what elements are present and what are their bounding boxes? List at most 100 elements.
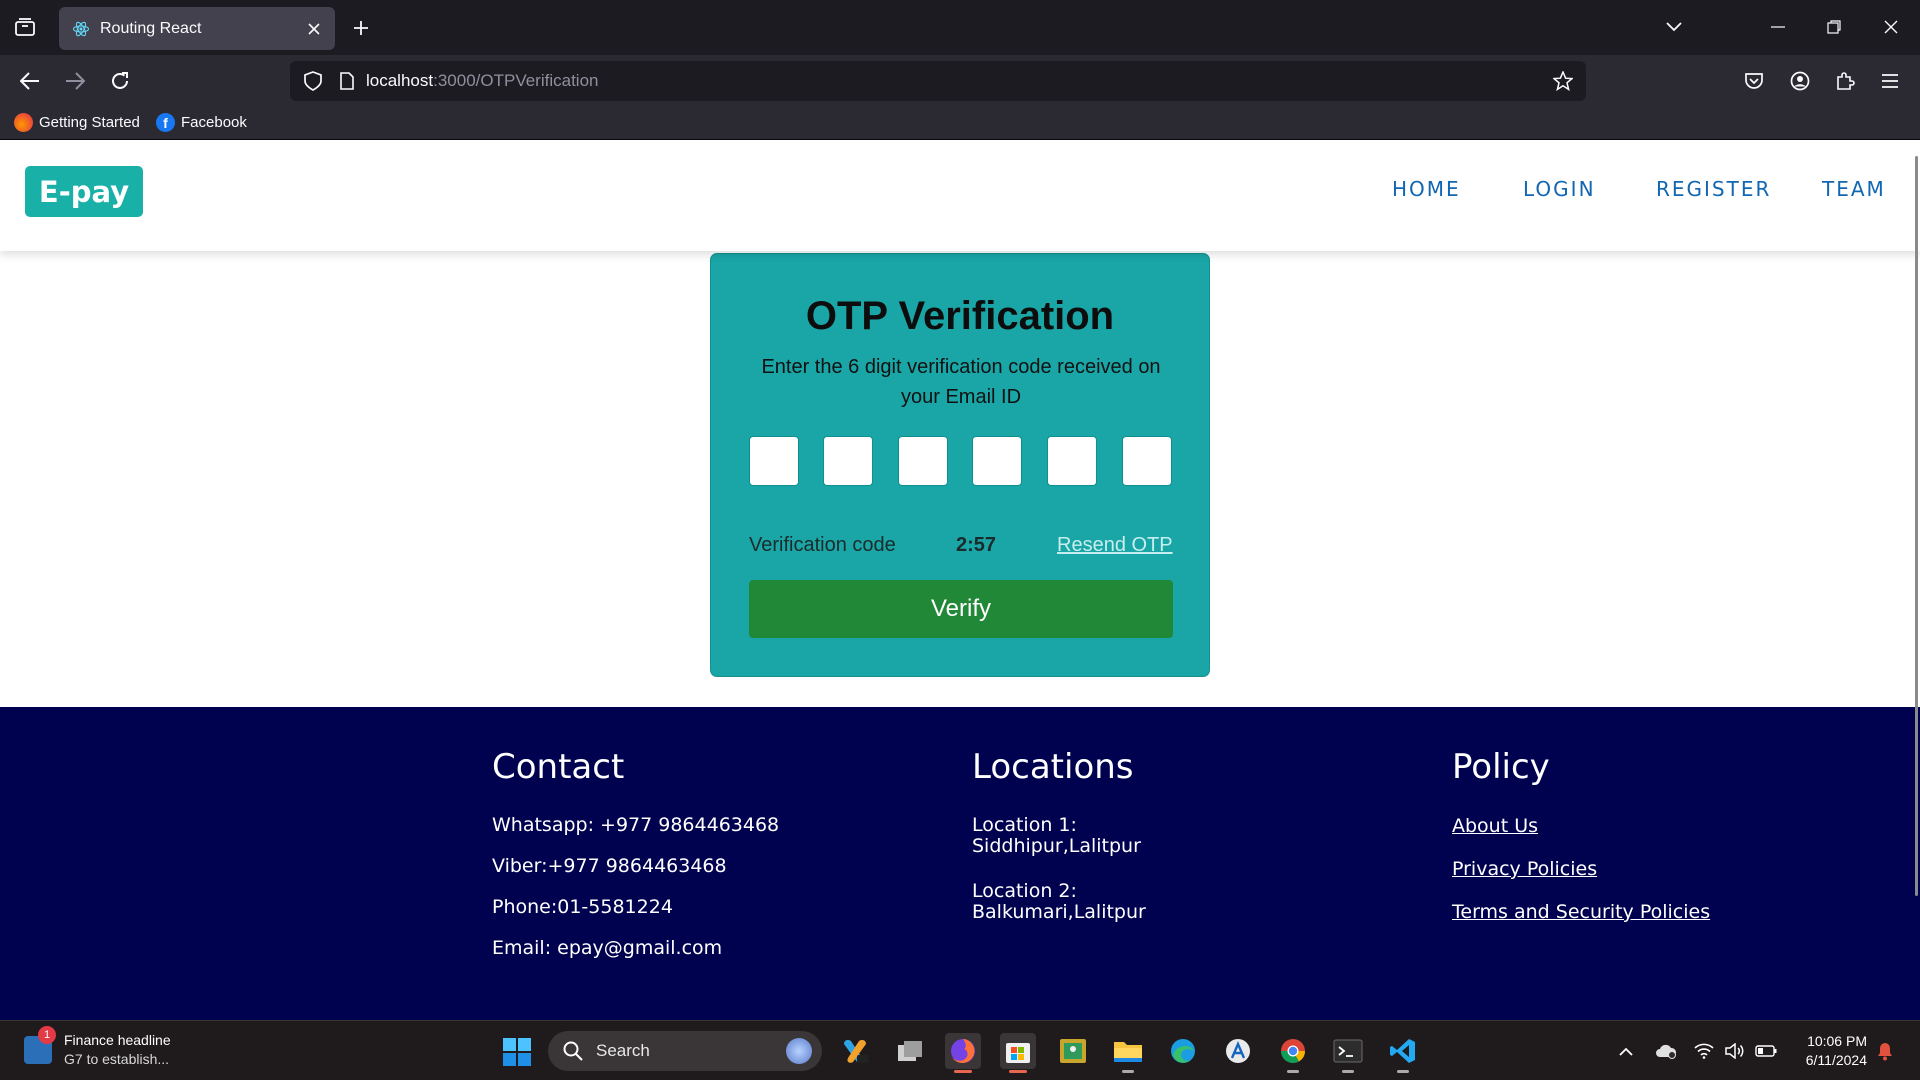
terminal-icon[interactable]: [1330, 1033, 1366, 1073]
site-logo[interactable]: E-pay: [25, 166, 143, 217]
extensions-icon[interactable]: [1828, 64, 1862, 98]
otp-digit-4[interactable]: [972, 436, 1022, 486]
vscode-icon[interactable]: [1385, 1033, 1421, 1073]
firefox-icon: [14, 113, 33, 132]
nav-team[interactable]: TEAM: [1822, 177, 1886, 201]
location-item: Location 1: Siddhipur,Lalitpur: [972, 815, 1146, 857]
taskbar-clock[interactable]: 10:06 PM 6/11/2024: [1795, 1032, 1867, 1070]
notification-bell-icon[interactable]: [1873, 1039, 1897, 1063]
nav-home[interactable]: HOME: [1392, 177, 1461, 201]
bookmark-label: Getting Started: [39, 114, 140, 131]
page-info-icon[interactable]: [332, 66, 362, 96]
contact-heading: Contact: [492, 747, 625, 787]
open-indicator: [1342, 1070, 1354, 1073]
terms-security-link[interactable]: Terms and Security Policies: [1452, 901, 1710, 923]
url-host: localhost: [366, 71, 434, 90]
bookmark-getting-started[interactable]: Getting Started: [14, 113, 140, 132]
news-widget[interactable]: 1 Finance headline G7 to establish...: [24, 1026, 171, 1069]
windows-start-icon[interactable]: [503, 1038, 531, 1066]
news-subtitle: G7 to establish...: [64, 1051, 170, 1067]
taskbar-search[interactable]: Search: [548, 1031, 822, 1071]
copilot-search-icon: [786, 1038, 812, 1064]
account-icon[interactable]: [1783, 64, 1817, 98]
otp-digit-5[interactable]: [1047, 436, 1097, 486]
reload-icon[interactable]: [103, 64, 137, 98]
location-item: Location 2: Balkumari,Lalitpur: [972, 881, 1146, 923]
restore-icon[interactable]: [1816, 10, 1852, 44]
battery-icon[interactable]: [1754, 1039, 1778, 1063]
bookmarks-bar: Getting Started f Facebook: [0, 107, 1920, 140]
photos-app-icon[interactable]: [1055, 1033, 1091, 1069]
close-window-icon[interactable]: [1873, 10, 1909, 44]
verification-code-label: Verification code: [749, 534, 896, 556]
otp-card: OTP Verification Enter the 6 digit verif…: [710, 253, 1210, 677]
show-hidden-icons-chevron-up-icon[interactable]: [1614, 1039, 1638, 1063]
taskbar: 1 Finance headline G7 to establish... Se…: [0, 1020, 1920, 1080]
nav-login[interactable]: LOGIN: [1523, 177, 1596, 201]
file-explorer-icon[interactable]: [1110, 1033, 1146, 1073]
about-us-link[interactable]: About Us: [1452, 815, 1710, 837]
url-path: :3000/OTPVerification: [433, 71, 599, 90]
browser-tab-bar: Routing React: [0, 0, 1920, 55]
web-page: E-pay HOME LOGIN REGISTER TEAM OTP Verif…: [0, 141, 1920, 1020]
new-tab-icon[interactable]: [346, 13, 376, 43]
bookmark-facebook[interactable]: f Facebook: [156, 113, 247, 132]
edge-icon[interactable]: [1165, 1033, 1201, 1069]
location-place: Siddhipur,Lalitpur: [972, 835, 1141, 857]
menu-icon[interactable]: [1873, 64, 1907, 98]
active-indicator: [1009, 1070, 1027, 1073]
volume-icon[interactable]: [1722, 1039, 1746, 1063]
location-place: Balkumari,Lalitpur: [972, 901, 1146, 923]
clock-time: 10:06 PM: [1807, 1033, 1867, 1049]
search-placeholder: Search: [596, 1041, 650, 1060]
otp-description: Enter the 6 digit verification code rece…: [761, 356, 1161, 408]
search-icon: [562, 1040, 584, 1062]
tab-title: Routing React: [100, 19, 202, 37]
shield-icon[interactable]: [298, 66, 328, 96]
url-bar[interactable]: localhost:3000/OTPVerification: [290, 61, 1586, 101]
news-widget-icon: 1: [24, 1026, 56, 1064]
site-header: E-pay HOME LOGIN REGISTER TEAM: [0, 141, 1920, 251]
wifi-icon[interactable]: [1692, 1039, 1716, 1063]
privacy-policies-link[interactable]: Privacy Policies: [1452, 858, 1710, 880]
bookmark-star-icon[interactable]: [1548, 66, 1578, 96]
copilot-icon[interactable]: [837, 1033, 873, 1069]
browser-tab[interactable]: Routing React: [59, 7, 335, 50]
close-tab-icon[interactable]: [299, 14, 329, 44]
location-label: Location 2:: [972, 880, 1077, 902]
otp-digit-3[interactable]: [898, 436, 948, 486]
policy-heading: Policy: [1452, 747, 1550, 787]
news-badge: 1: [38, 1026, 56, 1044]
otp-digit-2[interactable]: [823, 436, 873, 486]
open-indicator: [1397, 1070, 1409, 1073]
url-text[interactable]: localhost:3000/OTPVerification: [366, 71, 598, 91]
browser-toolbar: localhost:3000/OTPVerification: [0, 55, 1920, 107]
nav-register[interactable]: REGISTER: [1656, 177, 1771, 201]
pocket-icon[interactable]: [1737, 64, 1771, 98]
onedrive-icon[interactable]: [1654, 1039, 1678, 1063]
active-indicator: [954, 1070, 972, 1073]
contact-viber: Viber:+977 9864463468: [492, 855, 727, 877]
contact-whatsapp: Whatsapp: +977 9864463468: [492, 814, 780, 836]
news-title: Finance headline: [64, 1032, 171, 1048]
taskbar-firefox-icon[interactable]: [945, 1033, 981, 1073]
microsoft-store-icon[interactable]: [1000, 1033, 1036, 1073]
countdown-timer: 2:57: [956, 534, 997, 556]
resend-otp-link[interactable]: Resend OTP: [1057, 534, 1173, 557]
minimize-icon[interactable]: [1760, 10, 1796, 44]
otp-digit-6[interactable]: [1122, 436, 1172, 486]
footer-contact: Contact Whatsapp: +977 9864463468 Viber:…: [492, 747, 779, 979]
contact-phone: Phone:01-5581224: [492, 896, 673, 918]
tab-list-icon[interactable]: [10, 12, 40, 42]
verify-button[interactable]: Verify: [749, 580, 1173, 638]
back-icon[interactable]: [13, 64, 47, 98]
chevron-down-icon[interactable]: [1656, 10, 1692, 44]
react-icon: [71, 19, 91, 39]
chrome-icon[interactable]: [1275, 1033, 1311, 1073]
app-a-icon[interactable]: [1220, 1033, 1256, 1069]
otp-digit-1[interactable]: [749, 436, 799, 486]
task-view-icon[interactable]: [892, 1033, 928, 1069]
otp-title: OTP Verification: [805, 294, 1115, 338]
forward-icon[interactable]: [58, 64, 92, 98]
page-scrollbar[interactable]: [1915, 156, 1918, 896]
